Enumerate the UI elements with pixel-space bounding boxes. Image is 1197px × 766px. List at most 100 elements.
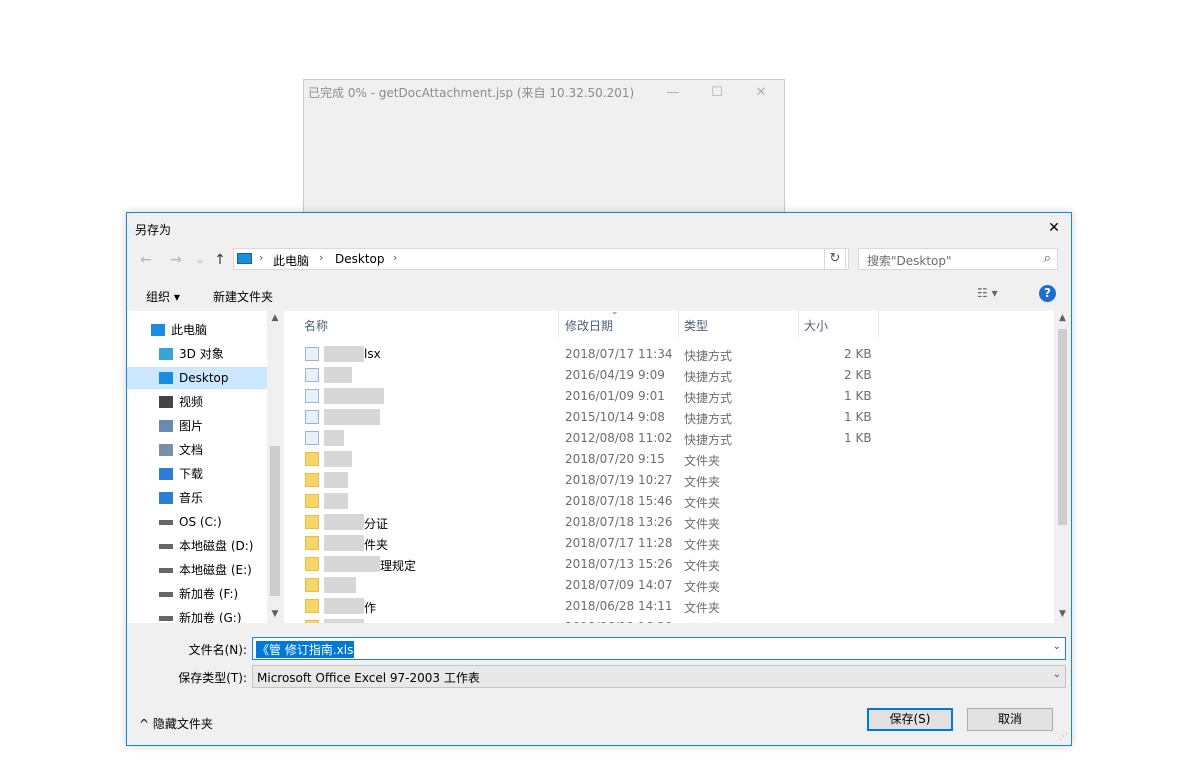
column-date[interactable]: 修改日期 <box>565 317 613 337</box>
file-row[interactable]: 分证 2018/07/18 13:26 文件夹 <box>284 512 1054 533</box>
file-row[interactable]: 件夹 2018/07/17 11:28 文件夹 <box>284 533 1054 554</box>
file-date: 2018/07/20 9:15 <box>565 452 665 466</box>
nav-item[interactable]: 文档 <box>127 439 267 461</box>
file-row[interactable]: 2018/07/09 14:07 文件夹 <box>284 575 1054 596</box>
filetype-dropdown-icon[interactable]: ⌄ <box>1053 669 1061 680</box>
file-row[interactable]: 2018/06/19 16:20 文件夹 <box>284 617 1054 623</box>
nav-scroll-thumb[interactable] <box>270 446 280 596</box>
folder-icon <box>305 494 319 508</box>
column-divider[interactable] <box>678 311 679 337</box>
save-as-dialog: 另存为 ✕ ← → ⌄ ↑ › 此电脑 › Desktop › ⌄ ↻ 搜索"D… <box>126 212 1072 746</box>
cancel-button[interactable]: 取消 <box>967 708 1053 731</box>
folder-icon <box>305 452 319 466</box>
recent-locations-button[interactable]: ⌄ <box>189 249 211 271</box>
column-type[interactable]: 类型 <box>684 317 708 337</box>
file-row[interactable]: 2012/08/08 11:02 快捷方式 1 KB <box>284 428 1054 449</box>
address-bar[interactable]: › 此电脑 › Desktop › ⌄ <box>233 248 849 270</box>
file-size: 1 KB <box>844 389 872 403</box>
file-row[interactable]: 理规定 2018/07/13 15:26 文件夹 <box>284 554 1054 575</box>
nav-item[interactable]: 音乐 <box>127 487 267 509</box>
help-icon[interactable]: ? <box>1039 285 1056 302</box>
new-folder-button[interactable]: 新建文件夹 <box>213 288 273 305</box>
nav-item[interactable]: 本地磁盘 (D:) <box>127 535 267 557</box>
dialog-close-button[interactable]: ✕ <box>1037 213 1071 243</box>
file-row[interactable]: 2018/07/19 10:27 文件夹 <box>284 470 1054 491</box>
nav-scrollbar[interactable]: ▲ ▼ <box>267 311 283 623</box>
hide-folders-toggle[interactable]: ^ 隐藏文件夹 <box>139 715 213 732</box>
search-input[interactable]: 搜索"Desktop" ⌕ <box>858 248 1058 270</box>
scroll-up-arrow[interactable]: ▲ <box>1054 313 1071 323</box>
nav-item[interactable]: 视频 <box>127 391 267 413</box>
back-button[interactable]: ← <box>135 249 157 271</box>
file-row[interactable]: lsx 2018/07/17 11:34 快捷方式 2 KB <box>284 344 1054 365</box>
column-size[interactable]: 大小 <box>804 317 828 337</box>
refresh-button[interactable]: ↻ <box>824 248 846 270</box>
file-scroll-thumb[interactable] <box>1058 329 1067 525</box>
redacted-name <box>324 367 352 383</box>
nav-item[interactable]: OS (C:) <box>127 511 267 533</box>
redacted-name <box>324 577 356 593</box>
file-date: 2018/06/19 16:20 <box>565 620 673 623</box>
file-type: 文件夹 <box>684 517 721 531</box>
nav-item[interactable]: 下载 <box>127 463 267 485</box>
nav-item[interactable]: 新加卷 (G:) <box>127 607 267 623</box>
folder-icon <box>305 578 319 592</box>
nav-item-label: 下载 <box>179 467 204 481</box>
file-date: 2018/07/13 15:26 <box>565 557 673 571</box>
scroll-down-arrow[interactable]: ▼ <box>267 609 283 619</box>
up-button[interactable]: ↑ <box>209 249 231 271</box>
nav-item[interactable]: 本地磁盘 (E:) <box>127 559 267 581</box>
nav-item[interactable]: 图片 <box>127 415 267 437</box>
maximize-button[interactable]: ☐ <box>694 80 740 106</box>
filetype-label: 保存类型(T): <box>178 671 247 685</box>
download-progress-window: 已完成 0% - getDocAttachment.jsp (来自 10.32.… <box>303 79 785 219</box>
shortcut-icon <box>305 389 319 403</box>
shortcut-icon <box>305 347 319 361</box>
column-divider[interactable] <box>798 311 799 337</box>
filename-value[interactable]: 《管 修订指南.xls <box>256 641 355 658</box>
search-icon[interactable]: ⌕ <box>1044 251 1051 266</box>
nav-item[interactable]: 3D 对象 <box>127 343 267 365</box>
file-row[interactable]: 2016/04/19 9:09 快捷方式 2 KB <box>284 365 1054 386</box>
scroll-up-arrow[interactable]: ▲ <box>267 313 283 323</box>
file-row[interactable]: 2018/07/20 9:15 文件夹 <box>284 449 1054 470</box>
file-date: 2018/06/28 14:11 <box>565 599 673 613</box>
desktop-icon <box>159 372 173 384</box>
nav-item[interactable]: 此电脑 <box>127 319 267 341</box>
filetype-select[interactable]: Microsoft Office Excel 97-2003 工作表 ⌄ <box>252 665 1066 688</box>
breadcrumb-desktop[interactable]: Desktop <box>335 252 385 266</box>
file-row[interactable]: 2016/01/09 9:01 快捷方式 1 KB <box>284 386 1054 407</box>
nav-item[interactable]: Desktop <box>127 367 267 389</box>
file-name: 理规定 <box>380 559 417 573</box>
view-options-button[interactable]: ☷ ▾ <box>977 286 998 300</box>
file-size: 1 KB <box>844 410 872 424</box>
filename-dropdown-icon[interactable]: ⌄ <box>1053 641 1061 652</box>
forward-button[interactable]: → <box>165 249 187 271</box>
redacted-name <box>324 409 380 425</box>
file-list-scrollbar[interactable]: ▲ ▼ <box>1054 311 1071 623</box>
file-row[interactable]: 作 2018/06/28 14:11 文件夹 <box>284 596 1054 617</box>
redacted-name <box>324 556 380 572</box>
save-button[interactable]: 保存(S) <box>867 708 953 731</box>
minimize-button[interactable]: — <box>650 80 696 106</box>
cube-icon <box>159 348 173 360</box>
scroll-down-arrow[interactable]: ▼ <box>1054 609 1071 619</box>
file-date: 2018/07/17 11:34 <box>565 347 673 361</box>
nav-item[interactable]: 新加卷 (F:) <box>127 583 267 605</box>
breadcrumb-separator: › <box>393 251 398 264</box>
filename-field[interactable]: 《管 修订指南.xls ⌄ <box>252 637 1066 660</box>
nav-item-label: OS (C:) <box>179 515 222 529</box>
column-divider[interactable] <box>878 311 879 337</box>
file-size: 2 KB <box>844 347 872 361</box>
video-icon <box>159 396 173 408</box>
file-row[interactable]: 2018/07/18 15:46 文件夹 <box>284 491 1054 512</box>
column-name[interactable]: 名称 <box>304 317 328 337</box>
organize-button[interactable]: 组织 ▾ <box>146 288 180 305</box>
file-row[interactable]: 2015/10/14 9:08 快捷方式 1 KB <box>284 407 1054 428</box>
navigation-pane: 此电脑 3D 对象 Desktop 视频 图片 文档下载音乐 OS (C:) 本地磁盘 (D:… <box>127 311 283 623</box>
breadcrumb-this-pc[interactable]: 此电脑 <box>273 252 309 269</box>
close-button[interactable]: ✕ <box>738 80 784 106</box>
column-divider[interactable] <box>558 311 559 337</box>
file-type: 快捷方式 <box>684 391 733 405</box>
resize-grip-icon[interactable]: ⋰ <box>1059 732 1068 742</box>
